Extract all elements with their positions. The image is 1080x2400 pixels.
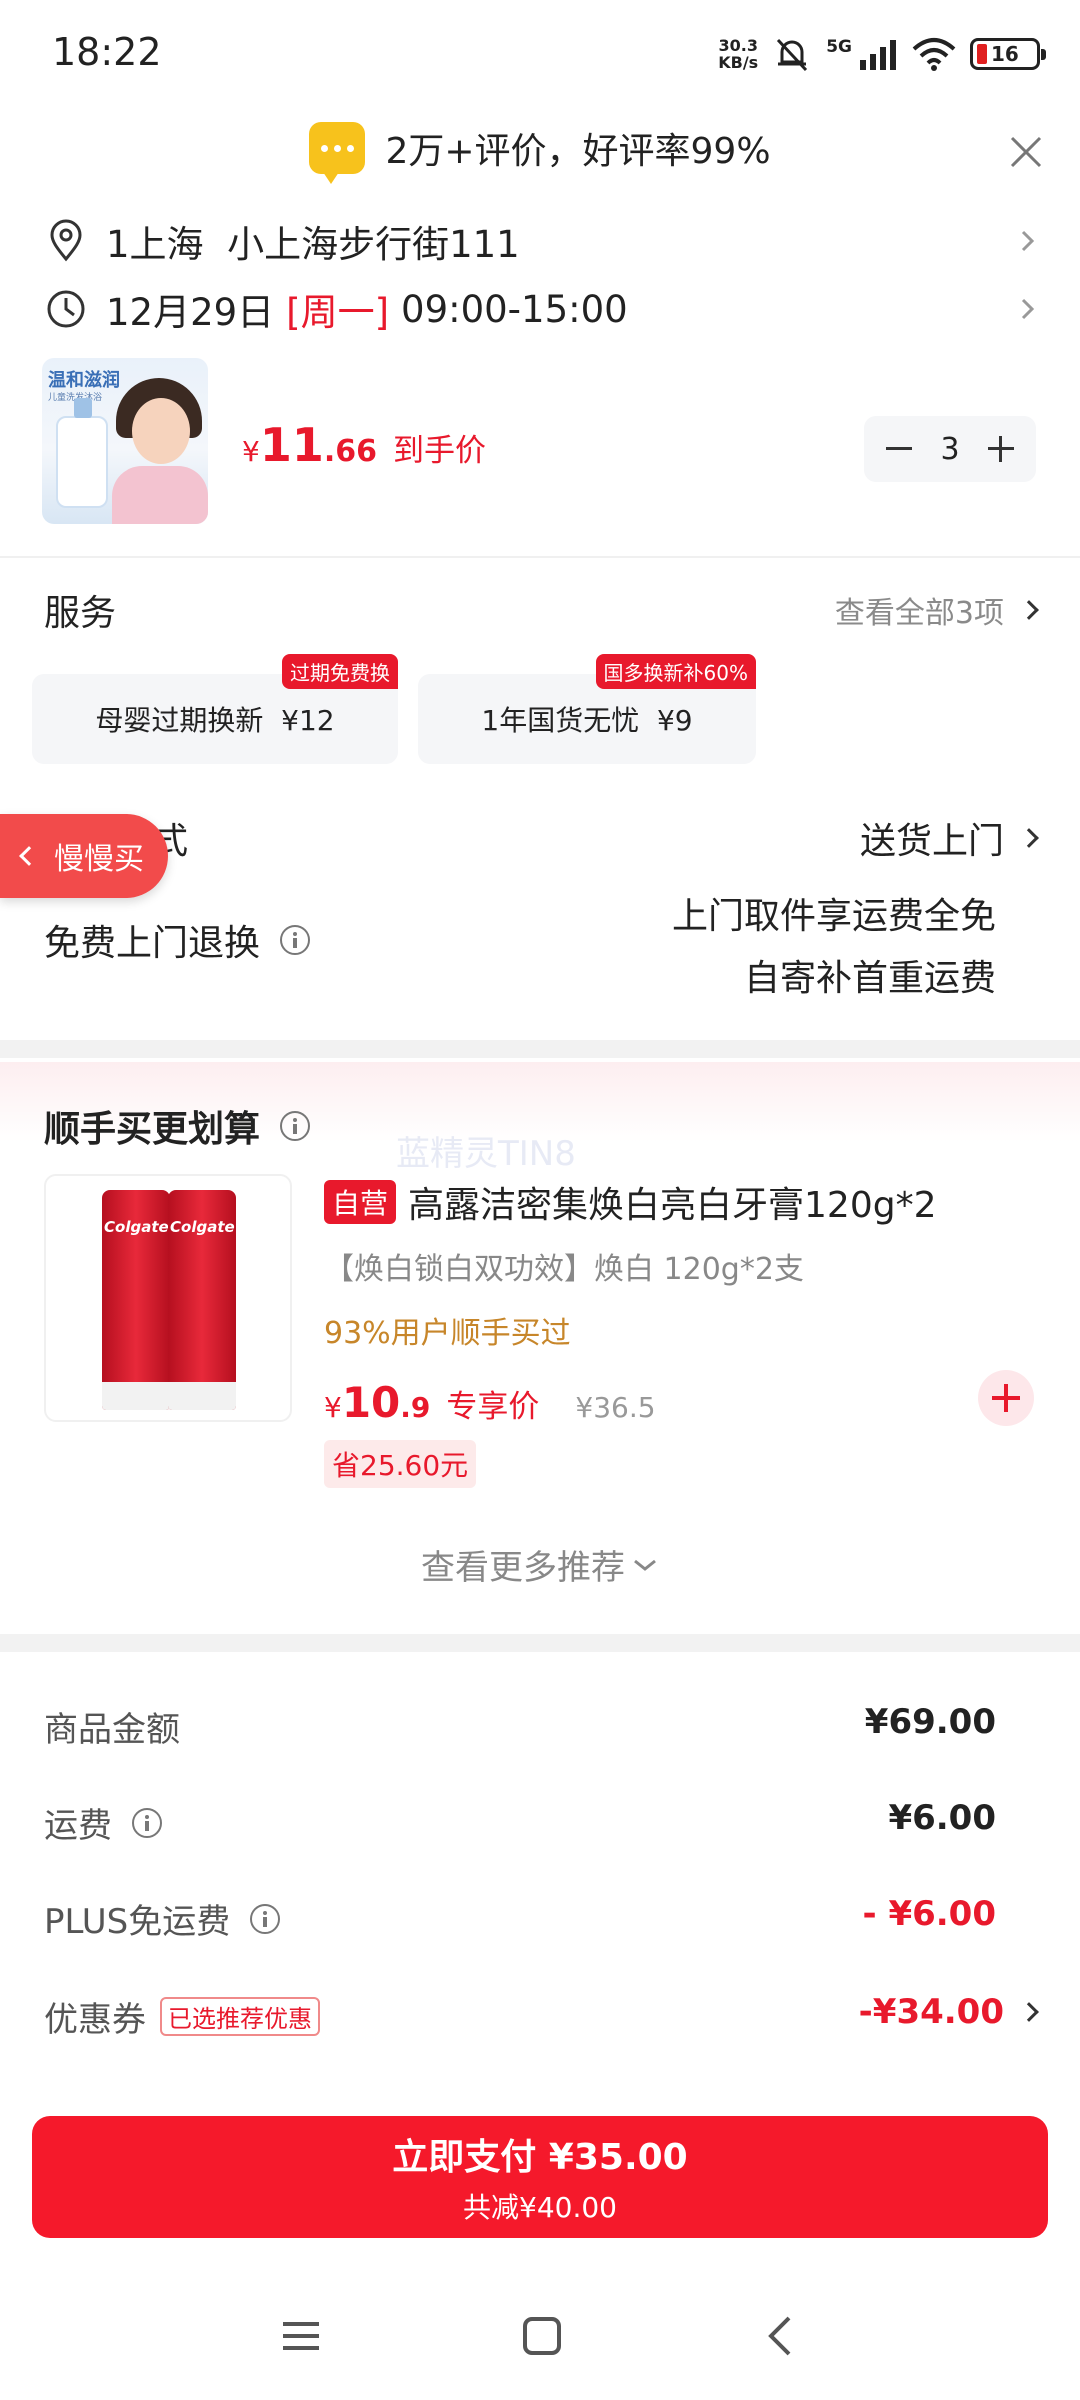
pay-now-button[interactable]: 立即支付 ¥35.00 共减¥40.00 (32, 2116, 1048, 2238)
chevron-right-icon (1019, 2002, 1039, 2022)
back-icon[interactable] (761, 2314, 801, 2358)
recommend-title: 顺手买更划算 (44, 1100, 311, 1152)
system-nav-bar (0, 2296, 1080, 2376)
summary-value: ¥6.00 (888, 1798, 996, 1838)
delivery-window: 09:00-15:00 (401, 287, 628, 331)
network-speed: 30.3 KB/s (718, 36, 759, 72)
toothpaste-tube: Colgate (102, 1190, 170, 1410)
self-operated-tag: 自营 (324, 1180, 397, 1224)
delivery-date: 12月29日 (106, 291, 275, 334)
child-shape (112, 466, 208, 524)
review-banner: 2万+评价，好评率99% (0, 122, 1080, 184)
section-divider (0, 1634, 1080, 1652)
delivery-time-row[interactable]: 12月29日 [周一] 09:00-15:00 (44, 282, 1040, 336)
network-type: 5G (826, 37, 852, 57)
shipping-method[interactable]: 送货上门 (860, 812, 1039, 864)
home-icon[interactable] (520, 2314, 564, 2358)
services-title: 服务 (44, 593, 117, 634)
chevron-left-icon (19, 846, 39, 866)
coupon-tag: 已选推荐优惠 (160, 1997, 320, 2036)
clock-icon (47, 290, 85, 328)
info-icon[interactable] (280, 1111, 311, 1141)
quantity-value[interactable]: 3 (940, 432, 959, 467)
quantity-stepper: 3 (864, 416, 1036, 482)
divider (0, 556, 1080, 558)
battery-fill (977, 44, 987, 64)
signal-icon (860, 40, 896, 70)
service-card[interactable]: 母婴过期换新 ¥12 过期免费换 (32, 654, 398, 764)
delivery-weekday: [周一] (286, 291, 390, 334)
address-text: 1上海 小上海步行街111 (106, 223, 520, 266)
chevron-right-icon (1021, 298, 1035, 320)
product-price: ¥ 11 .66 到手价 (242, 418, 486, 472)
info-icon[interactable] (280, 925, 311, 955)
summary-value: ¥69.00 (864, 1702, 996, 1742)
return-policy-detail: 上门取件享运费全免 自寄补首重运费 (671, 896, 996, 999)
summary-label: PLUS免运费 (44, 1894, 281, 1943)
info-icon[interactable] (250, 1903, 281, 1934)
original-price: ¥36.5 (575, 1391, 656, 1424)
service-card[interactable]: 1年国货无忧 ¥9 国多换新补60% (418, 654, 756, 764)
recommend-price: ¥ 10 .9 专享价 ¥36.5 (324, 1378, 656, 1427)
message-icon (309, 122, 366, 184)
summary-label: 商品金额 (44, 1710, 180, 1750)
watermark: 蓝精灵TIN8 (396, 1134, 576, 1174)
close-icon[interactable] (1006, 132, 1046, 172)
summary-label[interactable]: 优惠券 已选推荐优惠 (44, 1992, 320, 2041)
add-to-order-button[interactable] (978, 1370, 1034, 1426)
location-pin-icon (50, 219, 82, 262)
menu-icon[interactable] (279, 2316, 323, 2356)
coupon-value[interactable]: -¥34.00 (859, 1992, 1039, 2032)
service-badge: 国多换新补60% (595, 654, 756, 689)
services-view-all[interactable]: 查看全部3项 (835, 588, 1039, 632)
toothpaste-tube: Colgate (168, 1190, 236, 1410)
chevron-down-icon (634, 1559, 656, 1571)
summary-value: - ¥6.00 (862, 1894, 997, 1934)
wifi-icon (912, 38, 956, 71)
savings-badge: 省25.60元 (324, 1440, 477, 1488)
mute-icon (777, 38, 808, 72)
chevron-right-icon (1019, 828, 1039, 848)
battery-icon: 16 (970, 38, 1046, 70)
decrease-button[interactable] (882, 432, 916, 466)
recommend-product-image[interactable]: Colgate Colgate (44, 1174, 292, 1422)
chevron-right-icon (1021, 230, 1035, 252)
status-time: 18:22 (52, 30, 162, 74)
recommend-stat: 93%用户顺手买过 (324, 1316, 571, 1351)
chevron-right-icon (1019, 600, 1039, 620)
review-summary: 2万+评价，好评率99% (385, 131, 771, 172)
address-row[interactable]: 1上海 小上海步行街111 (44, 214, 1040, 268)
info-icon[interactable] (132, 1807, 162, 1838)
slow-buy-button[interactable]: 慢慢买 (0, 814, 168, 898)
recommend-product-desc: 【焕白锁白双功效】焕白 120g*2支 (324, 1252, 804, 1287)
product-image[interactable]: 温和滋润 儿童洗发沐浴 (42, 358, 208, 524)
bottle-shape (56, 398, 108, 508)
service-badge: 过期免费换 (282, 654, 398, 689)
increase-button[interactable] (984, 432, 1018, 466)
status-icons: 30.3 KB/s 5G 16 (718, 30, 1046, 78)
section-divider (0, 1040, 1080, 1058)
see-more-recommendations[interactable]: 查看更多推荐 (0, 1540, 1080, 1589)
recommend-product-name[interactable]: 自营 高露洁密集焕白亮白牙膏120g*2 (324, 1176, 937, 1228)
return-policy: 免费上门退换 (44, 914, 311, 966)
summary-label: 运费 (44, 1798, 162, 1847)
